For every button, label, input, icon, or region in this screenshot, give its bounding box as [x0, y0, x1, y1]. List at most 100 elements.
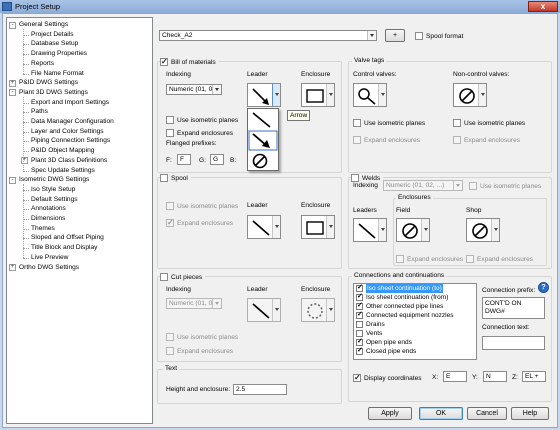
- tree-item[interactable]: Reports: [31, 59, 54, 69]
- bom-expand-checkbox[interactable]: Expand enclosures: [166, 128, 233, 138]
- tree-item[interactable]: Isometric DWG Settings: [19, 175, 89, 185]
- connection-item[interactable]: Drains: [354, 320, 476, 329]
- checkbox-box[interactable]: [356, 284, 363, 292]
- height-enclosure-input[interactable]: 2.5: [233, 384, 287, 395]
- tree-item[interactable]: Database Setup: [31, 39, 78, 49]
- spool-leader-select[interactable]: [247, 215, 281, 239]
- spool-checkbox[interactable]: Spool: [160, 173, 191, 183]
- tree-item[interactable]: Sloped and Offset Piping: [31, 233, 104, 243]
- cut-pieces-checkbox[interactable]: Cut pieces: [160, 272, 206, 282]
- welds-use-iso-checkbox[interactable]: Use isometric planes: [469, 181, 541, 191]
- welds-shop-select[interactable]: [466, 218, 500, 242]
- tree-item[interactable]: Default Settings: [31, 195, 78, 205]
- tree-item[interactable]: Piping Connection Settings: [31, 136, 110, 146]
- tree-item[interactable]: Annotations: [31, 204, 66, 214]
- iso-style-select[interactable]: Check_A2: [159, 30, 377, 41]
- spool-use-iso-checkbox[interactable]: Use isometric planes: [166, 201, 238, 211]
- welds-field-select[interactable]: [396, 218, 430, 242]
- connection-item[interactable]: Open pipe ends: [354, 337, 476, 347]
- cut-expand-checkbox[interactable]: Expand enclosures: [166, 346, 233, 356]
- connection-item[interactable]: Closed pipe ends: [354, 346, 476, 356]
- tree-item[interactable]: Live Preview: [31, 253, 68, 263]
- connection-item[interactable]: Iso sheet continuation (from): [354, 292, 476, 302]
- coord-x-input[interactable]: E: [443, 371, 467, 382]
- connection-item[interactable]: Vents: [354, 329, 476, 338]
- tree-item[interactable]: Export and Import Settings: [31, 98, 109, 108]
- welds-field-expand-checkbox[interactable]: Expand enclosures: [396, 254, 463, 264]
- close-button[interactable]: x: [528, 1, 558, 12]
- bom-indexing-select[interactable]: Numeric (01, 0: [166, 84, 222, 95]
- tree-item[interactable]: Themes: [31, 224, 55, 234]
- expand-icon[interactable]: +: [9, 79, 16, 87]
- help-button[interactable]: Help: [511, 407, 549, 420]
- cut-use-iso-checkbox[interactable]: Use isometric planes: [166, 332, 238, 342]
- tree-item[interactable]: Plant 3D DWG Settings: [19, 88, 88, 98]
- flange-f-input[interactable]: F: [177, 154, 191, 165]
- cancel-button[interactable]: Cancel: [467, 407, 507, 420]
- tree-item[interactable]: Iso Style Setup: [31, 185, 75, 195]
- chevron-down-icon[interactable]: [272, 84, 280, 106]
- tree-item[interactable]: P&ID Object Mapping: [31, 146, 94, 156]
- welds-leader-select[interactable]: [353, 218, 387, 242]
- display-coordinates-checkbox[interactable]: Display coordinates: [353, 373, 422, 383]
- tree-item[interactable]: Dimensions: [31, 214, 65, 224]
- valve-control-use-iso-checkbox[interactable]: Use isometric planes: [353, 118, 425, 128]
- valve-control-expand-checkbox[interactable]: Expand enclosures: [353, 135, 420, 145]
- checkbox-box[interactable]: [356, 337, 363, 346]
- connection-text-input[interactable]: [482, 336, 545, 350]
- bom-leader-select[interactable]: [247, 83, 281, 107]
- connection-item[interactable]: Connected equipment nozzles: [354, 310, 476, 320]
- bom-use-iso-checkbox[interactable]: Use isometric planes: [166, 115, 238, 125]
- collapse-icon[interactable]: -: [9, 176, 16, 184]
- help-icon[interactable]: ?: [538, 282, 549, 293]
- control-valve-select[interactable]: [353, 83, 387, 107]
- spool-enclosure-select[interactable]: [301, 215, 335, 239]
- coord-y-input[interactable]: N: [483, 371, 507, 382]
- connection-prefix-input[interactable]: CONT'D ON DWG#: [482, 297, 545, 319]
- tree-item[interactable]: Spec Update Settings: [31, 166, 95, 176]
- tree-item[interactable]: Paths: [31, 107, 48, 117]
- connections-list[interactable]: Iso sheet continuation (to)Iso sheet con…: [353, 283, 477, 360]
- connection-item[interactable]: Other connected pipe lines: [354, 301, 476, 311]
- settings-tree[interactable]: General Settings - Project Details Database…: [6, 17, 153, 424]
- bom-checkbox[interactable]: Bill of materials: [160, 57, 219, 67]
- coord-z-input[interactable]: EL +: [522, 371, 546, 382]
- collapse-icon[interactable]: -: [9, 21, 16, 29]
- noncontrol-valve-select[interactable]: [453, 83, 487, 107]
- expand-icon[interactable]: +: [9, 264, 16, 271]
- bom-enclosure-select[interactable]: [301, 83, 335, 107]
- valve-noncontrol-expand-checkbox[interactable]: Expand enclosures: [453, 135, 520, 145]
- tree-item[interactable]: Title Block and Display: [31, 243, 97, 253]
- tree-item[interactable]: Data Manager Configuration: [31, 117, 114, 127]
- spool-expand-checkbox[interactable]: Expand enclosures: [166, 218, 233, 228]
- cut-indexing-select[interactable]: Numeric (01, 0: [166, 298, 222, 309]
- valve-noncontrol-use-iso-checkbox[interactable]: Use isometric planes: [453, 118, 525, 128]
- welds-shop-expand-checkbox[interactable]: Expand enclosures: [466, 254, 533, 264]
- tree-item[interactable]: Plant 3D Class Definitions: [31, 156, 107, 166]
- connection-item[interactable]: Iso sheet continuation (to): [354, 284, 476, 293]
- tree-item[interactable]: Project Details: [31, 30, 74, 40]
- tree-item[interactable]: File Name Format: [31, 69, 84, 79]
- welds-indexing-select[interactable]: Numeric (01, 02, ...): [383, 180, 463, 191]
- cut-leader-select[interactable]: [247, 298, 281, 322]
- add-style-button[interactable]: +: [385, 29, 405, 42]
- tree-item[interactable]: Layer and Color Settings: [31, 127, 104, 137]
- checkbox-box[interactable]: [356, 346, 363, 355]
- cut-enclosure-select[interactable]: [301, 298, 335, 322]
- tree-item[interactable]: General Settings: [19, 20, 68, 30]
- checkbox-box[interactable]: [356, 301, 363, 310]
- flange-g-input[interactable]: G: [210, 154, 224, 165]
- tree-item[interactable]: P&ID DWG Settings: [19, 78, 78, 88]
- spool-format-checkbox[interactable]: Spool format: [415, 31, 463, 41]
- ok-button[interactable]: OK: [419, 407, 463, 420]
- checkbox-box[interactable]: [356, 310, 363, 319]
- apply-button[interactable]: Apply: [368, 407, 412, 420]
- tree-item[interactable]: Ortho DWG Settings: [19, 263, 79, 273]
- collapse-icon[interactable]: -: [9, 89, 16, 97]
- checkbox-box[interactable]: [356, 292, 363, 301]
- leader-dropdown-list[interactable]: [247, 108, 279, 171]
- tree-item[interactable]: Drawing Properties: [31, 49, 87, 59]
- checkbox-box[interactable]: [356, 330, 363, 337]
- chevron-down-icon: [421, 219, 429, 241]
- checkbox-box[interactable]: [356, 321, 363, 328]
